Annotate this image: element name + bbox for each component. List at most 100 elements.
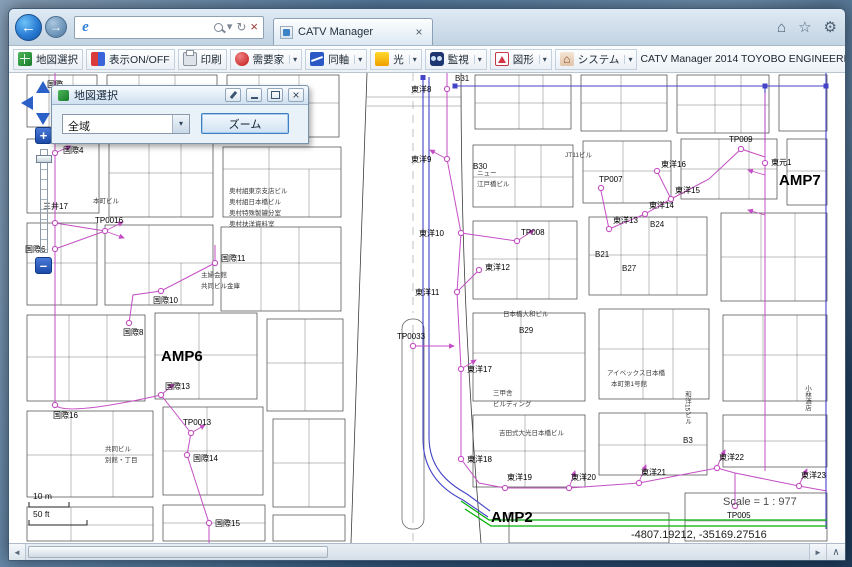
- node-label: 国際4: [63, 145, 84, 155]
- toolbar-coax[interactable]: 同軸: [305, 49, 367, 70]
- zoom-out-button[interactable]: [35, 257, 52, 274]
- scroll-right-button[interactable]: [809, 544, 826, 560]
- network-node[interactable]: TP007: [598, 175, 623, 191]
- toolbar-print[interactable]: 印刷: [178, 49, 227, 70]
- customer-dropdown-icon[interactable]: [289, 55, 297, 64]
- scrollbar-thumb[interactable]: [28, 546, 328, 558]
- network-node[interactable]: 東洋17: [458, 364, 492, 374]
- display-toggle-icon: [91, 52, 105, 66]
- region-select[interactable]: 全域: [62, 114, 190, 134]
- scrollbar-track[interactable]: [26, 544, 809, 560]
- node-label: 東洋11: [415, 287, 440, 297]
- home-button[interactable]: [777, 20, 786, 35]
- network-node[interactable]: 東洋21: [636, 467, 666, 486]
- minimize-icon: [251, 92, 258, 99]
- monitor-dropdown-icon[interactable]: [474, 55, 482, 64]
- stop-icon[interactable]: [248, 20, 260, 34]
- address-input[interactable]: [93, 17, 212, 38]
- network-node[interactable]: 東洋16: [654, 159, 686, 174]
- zoom-slider-track[interactable]: [40, 149, 48, 253]
- node-label: 国際14: [193, 453, 218, 463]
- tools-button[interactable]: [824, 20, 837, 35]
- network-node[interactable]: 東洋13: [606, 215, 638, 232]
- network-node[interactable]: 国際4: [52, 145, 84, 156]
- road: [351, 73, 481, 543]
- back-button[interactable]: [15, 14, 42, 41]
- network-node[interactable]: 東洋12: [476, 262, 510, 273]
- ie-logo-icon: e: [78, 20, 93, 35]
- tab-catv-manager[interactable]: CATV Manager: [273, 18, 433, 45]
- network-node[interactable]: 国際13: [158, 381, 190, 398]
- network-node[interactable]: 東洋10: [419, 228, 464, 238]
- dialog-minimize-button[interactable]: [246, 88, 262, 102]
- tab-favicon-icon: [280, 26, 293, 39]
- toolbar-shapes[interactable]: 図形: [490, 49, 552, 70]
- network-node[interactable]: TP009: [729, 135, 753, 152]
- zoom-slider-thumb[interactable]: [36, 155, 52, 163]
- map-label: JT11ビル: [565, 150, 592, 159]
- network-node[interactable]: 東洋14: [642, 200, 674, 217]
- coax-dropdown-icon[interactable]: [354, 55, 362, 64]
- tab-title: CATV Manager: [298, 26, 407, 38]
- region-dropdown-icon[interactable]: [172, 115, 189, 133]
- network-node[interactable]: 国際11: [212, 253, 245, 266]
- node-label: 国際10: [153, 295, 178, 305]
- node-label: TP0013: [183, 418, 212, 427]
- network-node[interactable]: TP0013: [183, 418, 212, 436]
- toolbar-map-select[interactable]: 地図選択: [13, 49, 83, 70]
- dialog-zoom-button[interactable]: ズーム: [201, 113, 289, 134]
- network-node[interactable]: 東洋23: [796, 470, 826, 489]
- node-label: 東洋13: [613, 215, 638, 225]
- toolbar-label: 需要家: [253, 52, 285, 67]
- network-node[interactable]: 東洋11: [415, 287, 460, 297]
- optical-dropdown-icon[interactable]: [409, 55, 417, 64]
- search-icon[interactable]: [214, 23, 223, 32]
- network-node[interactable]: 国際10: [153, 288, 178, 305]
- refresh-icon[interactable]: [234, 21, 248, 34]
- toolbar-label: 光: [393, 52, 404, 67]
- collapse-button[interactable]: [826, 544, 845, 560]
- network-node[interactable]: 東洋9: [411, 154, 450, 164]
- shapes-dropdown-icon[interactable]: [539, 55, 547, 64]
- node-label: 東洋21: [641, 467, 666, 477]
- map-viewport[interactable]: 国際4三井17TP0016国際6国際11国際10国際8国際13国際16TP001…: [9, 73, 845, 543]
- network-node[interactable]: 国際15: [206, 518, 240, 528]
- scroll-left-button[interactable]: [9, 544, 26, 560]
- system-dropdown-icon[interactable]: [624, 55, 632, 64]
- toolbar-system[interactable]: システム: [555, 49, 638, 70]
- dialog-titlebar[interactable]: 地図選択: [52, 86, 308, 105]
- dialog-maximize-button[interactable]: [267, 88, 283, 102]
- toolbar-customer[interactable]: 需要家: [230, 49, 303, 70]
- node-label: 東洋15: [675, 185, 700, 195]
- tab-close-button[interactable]: [412, 25, 426, 39]
- pan-down-button[interactable]: [36, 113, 50, 125]
- network-node[interactable]: 国際16: [52, 402, 78, 420]
- network-node[interactable]: 国際8: [123, 320, 144, 337]
- toolbar-label: 図形: [513, 52, 534, 67]
- network-node[interactable]: 東元1: [762, 157, 792, 167]
- network-node[interactable]: 東洋22: [714, 452, 744, 471]
- network-node[interactable]: TP008: [514, 228, 545, 244]
- toolbar-optical[interactable]: 光: [370, 49, 422, 70]
- network-node[interactable]: 東洋8: [411, 84, 450, 94]
- pan-up-button[interactable]: [36, 81, 50, 93]
- pan-left-button[interactable]: [21, 96, 33, 110]
- toolbar-display-toggle[interactable]: 表示ON/OFF: [86, 49, 175, 70]
- forward-button[interactable]: [45, 16, 67, 38]
- node-label: TP005: [727, 511, 751, 520]
- zoom-in-button[interactable]: [35, 127, 52, 144]
- search-dropdown-icon[interactable]: [225, 22, 235, 33]
- favorites-button[interactable]: [798, 20, 811, 35]
- network-node[interactable]: TP0016: [95, 216, 124, 234]
- map-icon: [58, 90, 69, 101]
- amp-label: AMP2: [491, 509, 533, 526]
- node-label: TP008: [521, 228, 545, 237]
- network-node[interactable]: 東洋20: [566, 472, 596, 491]
- map-label: B31: [455, 74, 470, 83]
- toolbar-monitor[interactable]: 監視: [425, 49, 487, 70]
- node-label: 国際8: [123, 327, 144, 337]
- dialog-close-button[interactable]: [288, 88, 304, 102]
- node-label: 東洋9: [411, 154, 432, 164]
- dialog-pin-button[interactable]: [225, 88, 241, 102]
- amp-label: AMP7: [779, 172, 821, 189]
